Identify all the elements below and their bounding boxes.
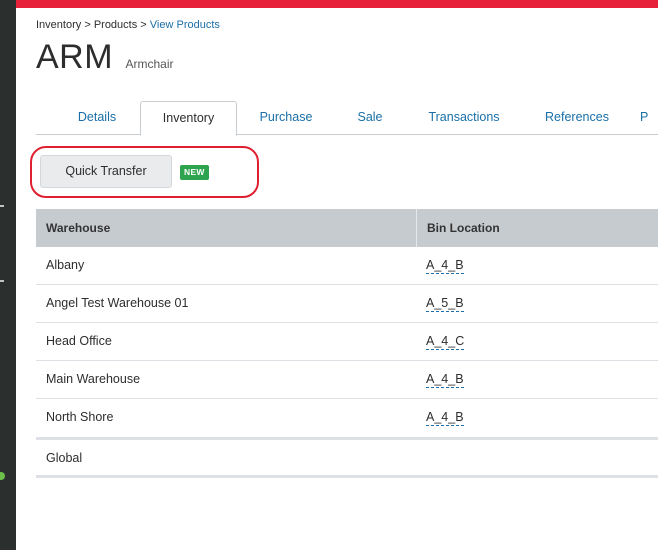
tab-partial[interactable]: P [640, 101, 658, 135]
warehouse-cell: Angel Test Warehouse 01 [46, 296, 189, 310]
column-header-bin-location[interactable]: Bin Location [416, 209, 658, 247]
breadcrumb-separator: > [84, 19, 91, 31]
bin-location-link[interactable]: A_5_B [426, 296, 464, 312]
top-accent-bar [0, 0, 658, 8]
breadcrumb-inventory[interactable]: Inventory [36, 19, 81, 31]
inventory-table: Warehouse Bin Location Albany A_4_B Ange… [36, 209, 658, 478]
bin-location-link[interactable]: A_4_B [426, 372, 464, 388]
warehouse-cell: North Shore [46, 410, 114, 424]
tab-bar: Details Inventory Purchase Sale Transact… [36, 101, 658, 136]
warehouse-cell: Head Office [46, 334, 112, 348]
bin-location-cell: A_4_B [426, 247, 464, 284]
tab-transactions[interactable]: Transactions [414, 101, 514, 135]
tab-details[interactable]: Details [56, 101, 138, 135]
sidebar-item-marker[interactable] [0, 280, 4, 282]
warehouse-cell: Albany [46, 258, 85, 272]
page-title-row: ARM Armchair [36, 38, 174, 77]
bin-location-cell: A_4_B [426, 399, 464, 436]
breadcrumb-products[interactable]: Products [94, 19, 137, 31]
status-dot-icon [0, 472, 5, 480]
warehouse-cell: Main Warehouse [46, 372, 141, 386]
left-sidebar [0, 0, 16, 550]
tab-references[interactable]: References [532, 101, 622, 135]
bin-location-cell: A_4_B [426, 361, 464, 398]
bin-location-cell: A_4_C [426, 323, 465, 360]
warehouse-cell: Global [46, 451, 83, 465]
tab-sale[interactable]: Sale [342, 101, 398, 135]
page-subtitle: Armchair [125, 57, 174, 71]
table-row: Angel Test Warehouse 01 A_5_B [36, 285, 658, 323]
page-title: ARM [36, 38, 114, 76]
column-header-warehouse[interactable]: Warehouse [36, 209, 415, 247]
tab-purchase[interactable]: Purchase [246, 101, 326, 135]
quick-transfer-button[interactable]: Quick Transfer [40, 155, 172, 188]
bin-location-link[interactable]: A_4_C [426, 334, 465, 350]
table-row-global: Global [36, 440, 658, 478]
bin-location-link[interactable]: A_4_B [426, 258, 464, 274]
table-header: Warehouse Bin Location [36, 209, 658, 247]
table-row: Head Office A_4_C [36, 323, 658, 361]
breadcrumb-separator: > [140, 19, 147, 31]
new-badge: NEW [180, 165, 209, 180]
bin-location-cell: A_5_B [426, 285, 464, 322]
tab-inventory[interactable]: Inventory [140, 101, 237, 136]
breadcrumb: Inventory > Products > View Products [36, 19, 220, 31]
main-content: Inventory > Products > View Products ARM… [16, 8, 658, 550]
sidebar-item-marker[interactable] [0, 205, 4, 207]
table-row: Main Warehouse A_4_B [36, 361, 658, 399]
bin-location-link[interactable]: A_4_B [426, 410, 464, 426]
breadcrumb-view-products[interactable]: View Products [150, 19, 220, 31]
table-row: North Shore A_4_B [36, 399, 658, 437]
table-row: Albany A_4_B [36, 247, 658, 285]
